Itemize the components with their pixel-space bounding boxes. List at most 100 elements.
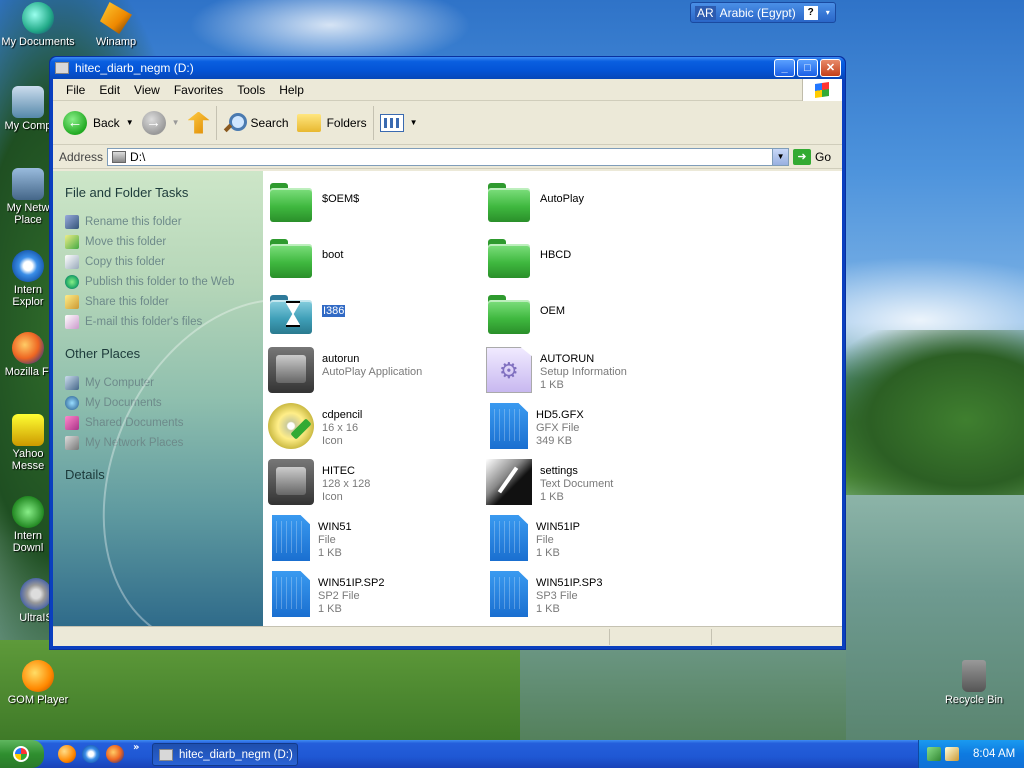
up-folder-button[interactable] bbox=[184, 105, 214, 141]
task-email[interactable]: E-mail this folder's files bbox=[65, 312, 263, 332]
setup-information-icon bbox=[486, 347, 532, 393]
help-icon[interactable]: ? bbox=[803, 5, 818, 20]
move-icon bbox=[65, 235, 79, 249]
tools-icon[interactable] bbox=[945, 747, 959, 761]
menu-bar: File Edit View Favorites Tools Help bbox=[53, 79, 842, 101]
file-item[interactable]: WIN51IP File 1 KB bbox=[486, 515, 580, 561]
file-name: cdpencil bbox=[322, 409, 363, 421]
menu-tools[interactable]: Tools bbox=[230, 83, 272, 97]
file-name: WIN51IP.SP2 bbox=[318, 577, 385, 589]
file-item[interactable]: HITEC 128 x 128 Icon bbox=[268, 459, 370, 505]
menu-view[interactable]: View bbox=[127, 83, 167, 97]
application-icon bbox=[268, 459, 314, 505]
task-move[interactable]: Move this folder bbox=[65, 232, 263, 252]
menu-edit[interactable]: Edit bbox=[92, 83, 127, 97]
file-size: 1 KB bbox=[540, 491, 564, 503]
place-shared-documents[interactable]: Shared Documents bbox=[65, 413, 263, 433]
file-item[interactable]: cdpencil 16 x 16 Icon bbox=[268, 403, 362, 449]
place-label: My Network Places bbox=[85, 437, 184, 449]
file-name: $OEM$ bbox=[322, 193, 360, 205]
place-label: Shared Documents bbox=[85, 417, 184, 429]
folders-label: Folders bbox=[326, 115, 367, 130]
file-item[interactable]: HBCD bbox=[486, 235, 571, 281]
file-type: 128 x 128 bbox=[322, 478, 371, 490]
file-item[interactable]: WIN51IP.SP3 SP3 File 1 KB bbox=[486, 571, 602, 617]
my-computer-icon bbox=[65, 376, 79, 390]
explorer-window: hitec_diarb_negm (D:) _ □ ✕ File Edit Vi… bbox=[49, 56, 846, 650]
file-item[interactable]: WIN51IP.SP2 SP2 File 1 KB bbox=[268, 571, 384, 617]
language-bar[interactable]: AR Arabic (Egypt) ? ▾ bbox=[690, 2, 836, 23]
desktop-icon-label: My Documents bbox=[1, 36, 75, 48]
file-type: Text Document bbox=[540, 478, 614, 490]
place-network-places[interactable]: My Network Places bbox=[65, 433, 263, 453]
network-icon[interactable] bbox=[927, 747, 941, 761]
place-my-computer[interactable]: My Computer bbox=[65, 373, 263, 393]
address-dropdown-icon[interactable]: ▼ bbox=[772, 148, 789, 165]
file-item[interactable]: boot bbox=[268, 235, 343, 281]
file-item[interactable]: AutoPlay bbox=[486, 179, 584, 225]
desktop-icon-winamp[interactable]: Winamp bbox=[76, 2, 156, 48]
address-input[interactable]: D:\ ▼ bbox=[107, 147, 790, 166]
quicklaunch-ie-icon[interactable] bbox=[82, 745, 100, 763]
desktop-icon-gom-player[interactable]: GOM Player bbox=[0, 660, 78, 706]
file-item-selected[interactable]: I386 bbox=[268, 291, 346, 337]
content-area: File and Folder Tasks Rename this folder… bbox=[53, 171, 842, 626]
forward-dropdown-icon[interactable]: ▼ bbox=[172, 118, 180, 127]
minimize-button[interactable]: _ bbox=[774, 59, 795, 77]
close-button[interactable]: ✕ bbox=[820, 59, 841, 77]
desktop-icon-my-documents[interactable]: My Documents bbox=[0, 2, 78, 48]
file-item[interactable]: $OEM$ bbox=[268, 179, 359, 225]
file-tasks-title[interactable]: File and Folder Tasks bbox=[65, 185, 263, 200]
publish-web-icon bbox=[65, 275, 79, 289]
file-item[interactable]: autorun AutoPlay Application bbox=[268, 347, 422, 393]
clock[interactable]: 8:04 AM bbox=[973, 748, 1015, 760]
start-button[interactable] bbox=[0, 740, 44, 768]
maximize-button[interactable]: □ bbox=[797, 59, 818, 77]
task-publish[interactable]: Publish this folder to the Web bbox=[65, 272, 263, 292]
place-label: My Documents bbox=[85, 397, 162, 409]
go-button[interactable]: ➜ Go bbox=[793, 148, 832, 165]
file-type: 16 x 16 bbox=[322, 422, 359, 434]
task-rename[interactable]: Rename this folder bbox=[65, 212, 263, 232]
back-label: Back bbox=[93, 115, 120, 130]
task-share[interactable]: Share this folder bbox=[65, 292, 263, 312]
file-item[interactable]: HD5.GFX GFX File 349 KB bbox=[486, 403, 584, 449]
quicklaunch-chevron[interactable]: » bbox=[133, 742, 139, 753]
menu-help[interactable]: Help bbox=[272, 83, 311, 97]
file-item[interactable]: AUTORUN Setup Information 1 KB bbox=[486, 347, 627, 393]
file-type: File bbox=[318, 534, 336, 546]
quicklaunch-media-icon[interactable] bbox=[58, 745, 76, 763]
options-arrow-icon[interactable]: ▾ bbox=[826, 8, 830, 17]
file-name: WIN51IP bbox=[536, 521, 581, 533]
desktop-icon-label: Winamp bbox=[95, 36, 137, 48]
menu-favorites[interactable]: Favorites bbox=[167, 83, 230, 97]
taskbar-window-button[interactable]: hitec_diarb_negm (D:) bbox=[152, 743, 298, 766]
folders-button[interactable]: Folders bbox=[293, 105, 371, 141]
search-button[interactable]: Search bbox=[219, 105, 293, 141]
file-type: SP3 File bbox=[536, 590, 578, 602]
file-name: autorun bbox=[322, 353, 360, 365]
desktop-icon-recycle-bin[interactable]: Recycle Bin bbox=[934, 660, 1014, 706]
file-item[interactable]: OEM bbox=[486, 291, 565, 337]
task-copy[interactable]: Copy this folder bbox=[65, 252, 263, 272]
forward-button[interactable]: → ▼ bbox=[138, 105, 184, 141]
window-titlebar[interactable]: hitec_diarb_negm (D:) _ □ ✕ bbox=[50, 57, 845, 79]
other-places-title[interactable]: Other Places bbox=[65, 346, 263, 361]
file-item[interactable]: settings Text Document 1 KB bbox=[486, 459, 613, 505]
file-type: File bbox=[536, 534, 554, 546]
menu-file[interactable]: File bbox=[59, 83, 92, 97]
back-dropdown-icon[interactable]: ▼ bbox=[126, 118, 134, 127]
search-icon bbox=[223, 112, 247, 134]
file-name: HBCD bbox=[540, 249, 572, 261]
quicklaunch-firefox-icon[interactable] bbox=[106, 745, 124, 763]
address-value: D:\ bbox=[130, 149, 146, 164]
views-button[interactable]: ▼ bbox=[376, 105, 422, 141]
details-title[interactable]: Details bbox=[65, 467, 263, 482]
toolbar: ← Back ▼ → ▼ Search Folders ▼ bbox=[53, 101, 842, 145]
place-my-documents[interactable]: My Documents bbox=[65, 393, 263, 413]
back-button[interactable]: ← Back ▼ bbox=[59, 105, 138, 141]
download-manager-icon bbox=[12, 496, 44, 528]
go-label: Go bbox=[815, 149, 832, 164]
network-places-icon bbox=[12, 168, 44, 200]
file-item[interactable]: WIN51 File 1 KB bbox=[268, 515, 352, 561]
